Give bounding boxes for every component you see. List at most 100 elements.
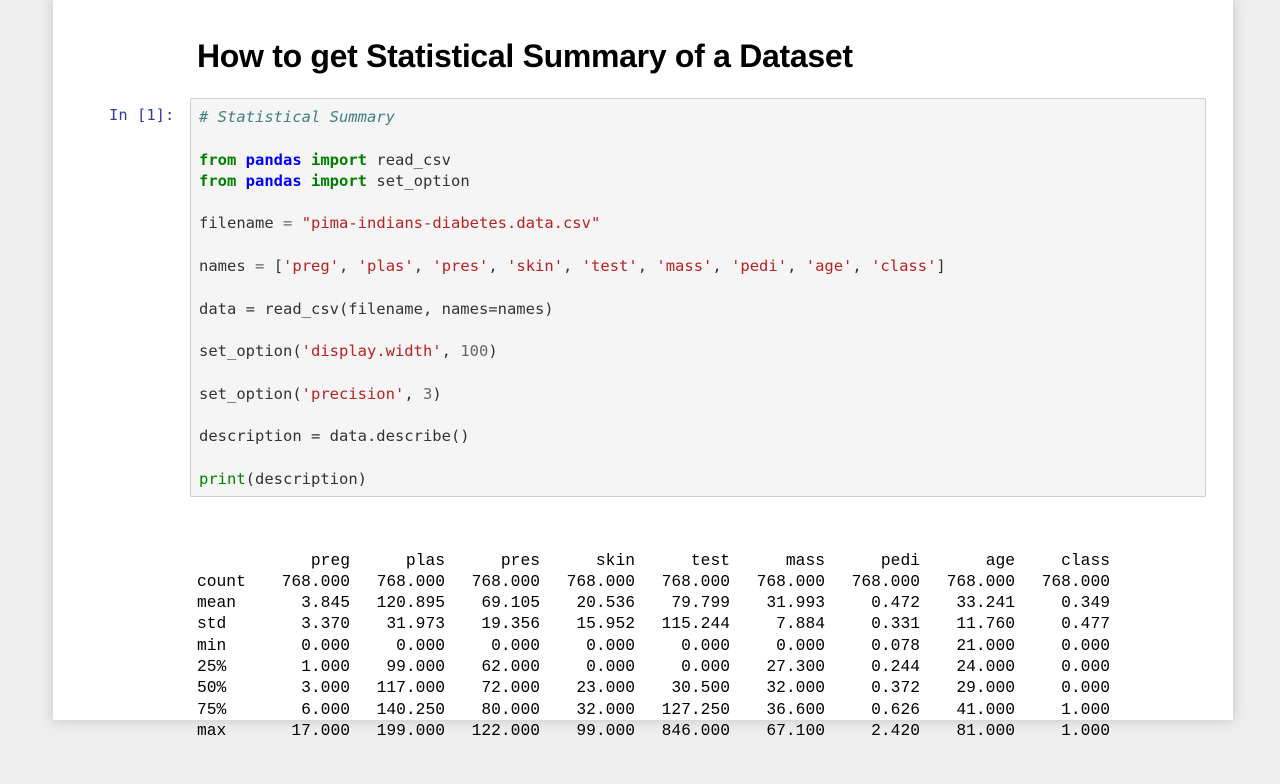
table-cell: 31.993 [766,593,825,613]
name-string: 'preg' [283,257,340,276]
table-cell: 31.973 [386,614,445,634]
print-builtin: print [199,470,246,489]
column-header: class [1061,550,1110,570]
table-cell: 0.000 [681,635,730,655]
filename-string: "pima-indians-diabetes.data.csv" [301,214,601,233]
table-cell: 0.000 [491,635,540,655]
table-cell: 2.420 [871,720,920,740]
name-string: 'pedi' [731,257,788,276]
filename-variable: filename [199,214,274,233]
column-header: pres [500,550,540,570]
table-cell: 0.244 [871,657,920,677]
table-row: min 0.000 0.000 0.000 0.000 0.000 0.000 0.078 21… [197,635,1110,656]
keyword-from: from [199,171,237,190]
table-cell: 11.760 [956,614,1015,634]
row-label: max [197,720,227,740]
table-cell: 99.000 [386,657,445,677]
row-label: 50% [197,678,227,698]
column-header: skin [595,550,635,570]
table-row: mean 3.845 120.895 69.105 20.536 79.799 31.993… [197,592,1110,613]
table-cell: 199.000 [376,720,445,740]
table-cell: 32.000 [766,678,825,698]
option-name: 'display.width' [301,342,442,361]
table-cell: 81.000 [956,720,1015,740]
table-cell: 80.000 [481,699,540,719]
table-cell: 3.370 [301,614,350,634]
set-option-call: set_option( [199,384,302,403]
table-cell: 19.356 [481,614,540,634]
table-row: max 17.000 199.000 122.000 99.000 846.000 67.1… [197,720,1110,741]
table-cell: 768.000 [946,571,1015,591]
column-header: preg [310,550,350,570]
code-editor[interactable]: # Statistical Summary from pandas import… [199,107,946,490]
names-variable: names [199,257,246,276]
name-string: 'skin' [507,257,564,276]
option-value: 100 [460,342,489,361]
table-cell: 79.799 [671,593,730,613]
table-cell: 768.000 [281,571,350,591]
table-cell: 120.895 [376,593,445,613]
name-string: 'pres' [432,257,489,276]
row-label: count [197,571,246,591]
table-cell: 3.000 [301,678,350,698]
row-label: 25% [197,657,227,677]
table-cell: 768.000 [566,571,635,591]
notebook-heading: How to get Statistical Summary of a Data… [197,38,853,74]
table-row: 75% 6.000 140.250 80.000 32.000 127.250 36.600… [197,699,1110,720]
table-cell: 0.000 [586,657,635,677]
cell-output: preg plas pres skin test mass pedi age c… [197,507,1110,784]
table-cell: 15.952 [576,614,635,634]
table-cell: 127.250 [661,699,730,719]
row-label: std [197,614,227,634]
read-csv-line: data = read_csv(filename, names=names) [199,299,554,318]
table-cell: 62.000 [481,657,540,677]
print-argument: (description) [245,470,367,489]
table-header-row: preg plas pres skin test mass pedi age c… [197,550,1110,571]
table-cell: 23.000 [576,678,635,698]
table-cell: 24.000 [956,657,1015,677]
table-cell: 30.500 [671,678,730,698]
table-cell: 768.000 [376,571,445,591]
keyword-import: import [311,171,368,190]
table-cell: 0.000 [301,635,350,655]
table-cell: 69.105 [481,593,540,613]
table-cell: 768.000 [851,571,920,591]
code-cell-input[interactable]: # Statistical Summary from pandas import… [190,98,1206,497]
table-row: 50% 3.000 117.000 72.000 23.000 30.500 32.000 0… [197,677,1110,698]
table-cell: 17.000 [291,720,350,740]
option-value: 3 [422,384,433,403]
table-cell: 117.000 [376,678,445,698]
table-cell: 0.000 [1061,657,1110,677]
column-header: mass [785,550,825,570]
table-cell: 6.000 [301,699,350,719]
name-string: 'plas' [357,257,414,276]
table-cell: 0.000 [586,635,635,655]
table-cell: 41.000 [956,699,1015,719]
table-cell: 0.000 [681,657,730,677]
table-cell: 0.331 [871,614,920,634]
option-name: 'precision' [301,384,405,403]
column-header: pedi [880,550,920,570]
table-cell: 846.000 [661,720,730,740]
row-label: 75% [197,699,227,719]
table-cell: 0.000 [1061,635,1110,655]
name-string: 'test' [581,257,638,276]
set-option-call: set_option( [199,342,302,361]
keyword-from: from [199,150,237,169]
describe-line: description = data.describe() [199,427,470,446]
table-cell: 36.600 [766,699,825,719]
table-cell: 140.250 [376,699,445,719]
table-cell: 768.000 [1041,571,1110,591]
table-cell: 0.626 [871,699,920,719]
cell-prompt: In [1]: [109,106,175,124]
table-cell: 0.372 [871,678,920,698]
table-cell: 7.884 [776,614,825,634]
table-cell: 27.300 [766,657,825,677]
column-header: plas [405,550,445,570]
table-cell: 0.000 [776,635,825,655]
table-cell: 0.000 [396,635,445,655]
column-header: age [985,550,1015,570]
table-row: std 3.370 31.973 19.356 15.952 115.244 7.884 0.… [197,613,1110,634]
table-cell: 115.244 [661,614,730,634]
name-string: 'age' [805,257,853,276]
